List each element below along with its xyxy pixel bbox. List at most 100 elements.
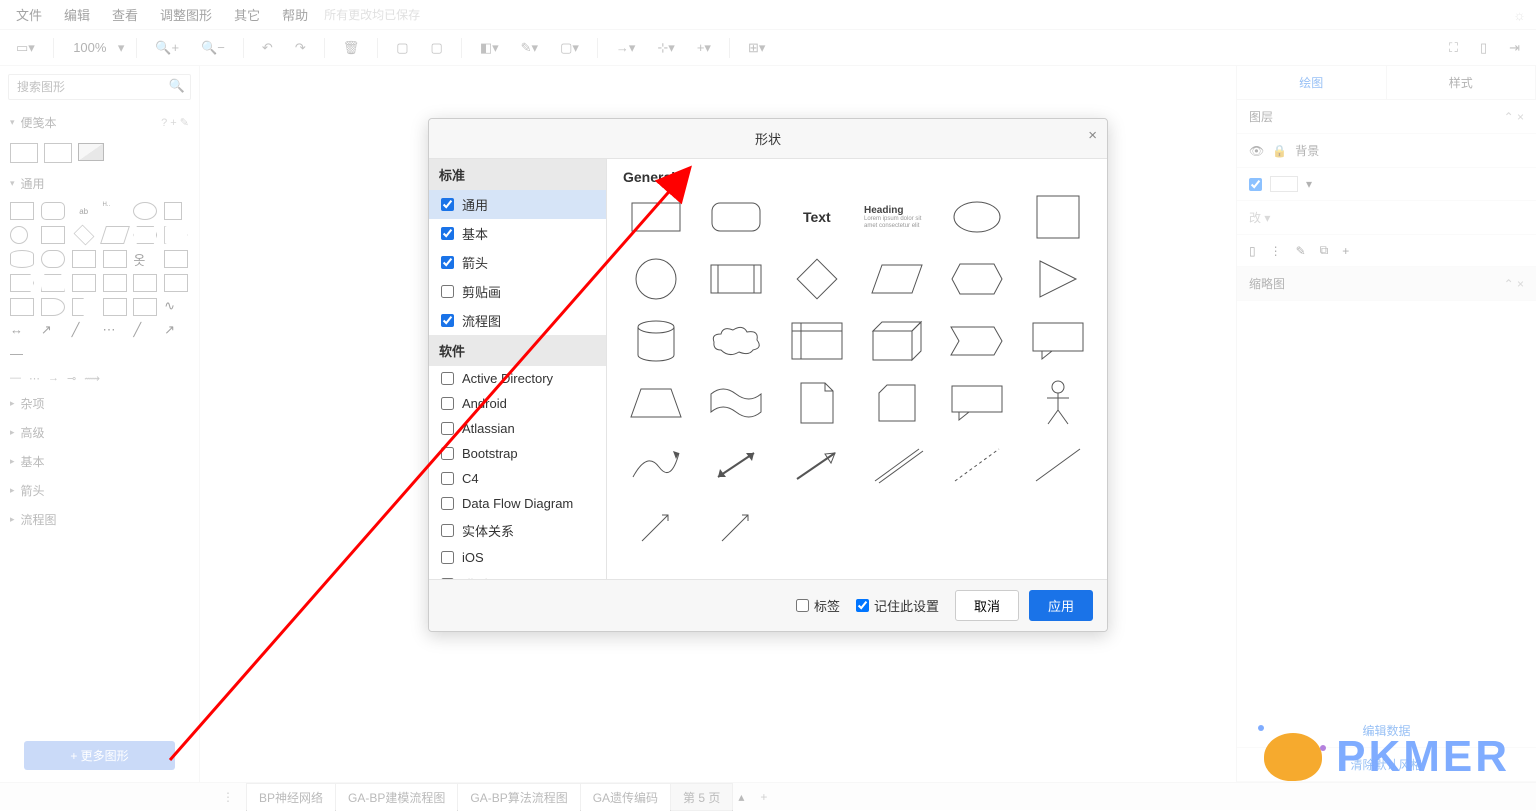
template-2[interactable] — [44, 143, 72, 163]
dialog-item[interactable]: 模型图 — [429, 570, 606, 579]
palette-cloud[interactable] — [41, 250, 65, 268]
dialog-item[interactable]: 实体关系 — [429, 516, 606, 545]
preview-text[interactable]: Text — [784, 193, 850, 241]
general-section[interactable]: ▾通用 — [0, 169, 199, 198]
page-tab[interactable]: BP神经网络 — [246, 783, 336, 811]
menu-view[interactable]: 查看 — [102, 1, 148, 28]
close-icon[interactable]: × — [1088, 127, 1097, 144]
palette-card[interactable] — [103, 250, 127, 268]
dialog-item[interactable]: 流程图 — [429, 306, 606, 335]
shadow-icon[interactable]: ▢▾ — [554, 36, 585, 60]
connector-icon[interactable]: →▾ — [610, 36, 642, 60]
palette-round-rect[interactable] — [41, 202, 65, 220]
preview-cube[interactable] — [864, 317, 930, 365]
dialog-item-checkbox[interactable] — [441, 422, 454, 435]
palette-cube[interactable] — [164, 250, 188, 268]
palette-or[interactable] — [41, 298, 65, 316]
preview-roundrect[interactable] — [703, 193, 769, 241]
line-color-icon[interactable]: ✎▾ — [515, 36, 544, 60]
palette-container[interactable] — [103, 298, 127, 316]
dialog-item-checkbox[interactable] — [441, 578, 454, 579]
palette-diamond[interactable] — [73, 225, 94, 246]
sidebar-group[interactable]: ▸箭头 — [0, 476, 199, 505]
palette-callout[interactable] — [72, 250, 96, 268]
dialog-item[interactable]: Android — [429, 391, 606, 416]
preview-ellipse[interactable] — [944, 193, 1010, 241]
palette-folder[interactable] — [133, 274, 157, 292]
palette-actor[interactable]: 옷 — [133, 250, 157, 268]
preview-callout[interactable] — [1025, 317, 1091, 365]
sidebar-group[interactable]: ▸流程图 — [0, 505, 199, 534]
table-icon[interactable]: ⊞▾ — [742, 36, 771, 60]
palette-parallelogram[interactable] — [100, 226, 130, 244]
sidebar-toggle-icon[interactable]: ▭▾ — [10, 36, 41, 60]
preview-diamond[interactable] — [784, 255, 850, 303]
palette-internal[interactable] — [10, 298, 34, 316]
preview-line[interactable] — [1025, 441, 1091, 489]
page-tab[interactable]: 第 5 页 — [670, 783, 733, 811]
page-tab[interactable]: GA遗传编码 — [580, 783, 671, 811]
dialog-item[interactable]: C4 — [429, 466, 606, 491]
waypoint-icon[interactable]: ⊹▾ — [651, 36, 680, 60]
search-icon[interactable]: 🔍 — [169, 78, 185, 94]
preview-speech[interactable] — [944, 379, 1010, 427]
back-icon[interactable]: ▢ — [425, 36, 449, 60]
preview-cloud[interactable] — [703, 317, 769, 365]
remember-checkbox[interactable]: 记住此设置 — [856, 596, 939, 615]
preview-internal[interactable] — [784, 317, 850, 365]
dialog-item[interactable]: Atlassian — [429, 416, 606, 441]
palette-conn[interactable]: — — [10, 346, 34, 364]
dialog-item[interactable]: 箭头 — [429, 248, 606, 277]
zoom-out-icon[interactable]: 🔍− — [195, 36, 231, 60]
dialog-item-checkbox[interactable] — [441, 447, 454, 460]
palette-curve[interactable]: ∿ — [164, 298, 188, 316]
palette-process[interactable] — [41, 226, 65, 244]
plus-icon[interactable]: + — [1342, 244, 1349, 258]
preview-triangle[interactable] — [1025, 255, 1091, 303]
front-icon[interactable]: ▢ — [390, 36, 414, 60]
appearance-icon[interactable]: ☼ — [1509, 3, 1530, 27]
palette-circle[interactable] — [10, 226, 28, 244]
page-dropdown-icon[interactable]: ▴ — [732, 790, 750, 804]
chevron-down-icon[interactable]: ▾ — [1306, 177, 1312, 191]
dialog-item-checkbox[interactable] — [441, 227, 454, 240]
outline-row[interactable]: 缩略图⌃ × — [1237, 267, 1536, 301]
preview-cylinder[interactable] — [623, 317, 689, 365]
zoom-control[interactable]: ▾ — [66, 40, 125, 56]
palette-ellipse[interactable] — [133, 202, 157, 220]
add-icon[interactable]: +▾ — [691, 36, 717, 60]
menu-other[interactable]: 其它 — [224, 1, 270, 28]
dialog-item[interactable]: Active Directory — [429, 366, 606, 391]
zoom-in-icon[interactable]: 🔍+ — [149, 36, 185, 60]
search-input[interactable] — [8, 74, 191, 100]
add-page-icon[interactable]: + — [750, 790, 777, 804]
preview-trapezoid[interactable] — [623, 379, 689, 427]
dialog-item-checkbox[interactable] — [441, 524, 454, 537]
page-tab[interactable]: GA-BP算法流程图 — [457, 783, 580, 811]
fill-icon[interactable]: ◧▾ — [474, 36, 505, 60]
palette-heading[interactable]: H.. — [103, 202, 127, 220]
dialog-item-checkbox[interactable] — [441, 372, 454, 385]
palette-step[interactable] — [10, 274, 34, 292]
dialog-item-checkbox[interactable] — [441, 314, 454, 327]
dots-icon[interactable]: ⋮ — [1270, 244, 1282, 258]
fill-swatch[interactable] — [1270, 176, 1298, 192]
palette-list[interactable] — [133, 298, 157, 316]
cancel-button[interactable]: 取消 — [955, 590, 1019, 621]
background-row[interactable]: 👁 🔒 背景 — [1237, 134, 1536, 168]
zoom-input[interactable] — [66, 40, 114, 55]
tags-checkbox[interactable]: 标签 — [796, 596, 840, 615]
sidebar-group[interactable]: ▸基本 — [0, 447, 199, 476]
apply-button[interactable]: 应用 — [1029, 590, 1093, 621]
dialog-item[interactable]: 基本 — [429, 219, 606, 248]
tab-style[interactable]: 样式 — [1387, 66, 1536, 99]
palette-text[interactable]: ab — [72, 202, 96, 220]
palette-arrow[interactable]: ↗ — [41, 322, 65, 340]
fill-checkbox[interactable] — [1249, 178, 1262, 191]
palette-line2[interactable]: ╱ — [133, 322, 157, 340]
preview-biarrow[interactable] — [703, 441, 769, 489]
more-shapes-button[interactable]: + 更多图形 — [24, 741, 175, 770]
dialog-item[interactable]: iOS — [429, 545, 606, 570]
palette-hexagon[interactable] — [133, 226, 157, 244]
delete-icon[interactable]: 🗑 — [337, 36, 366, 60]
